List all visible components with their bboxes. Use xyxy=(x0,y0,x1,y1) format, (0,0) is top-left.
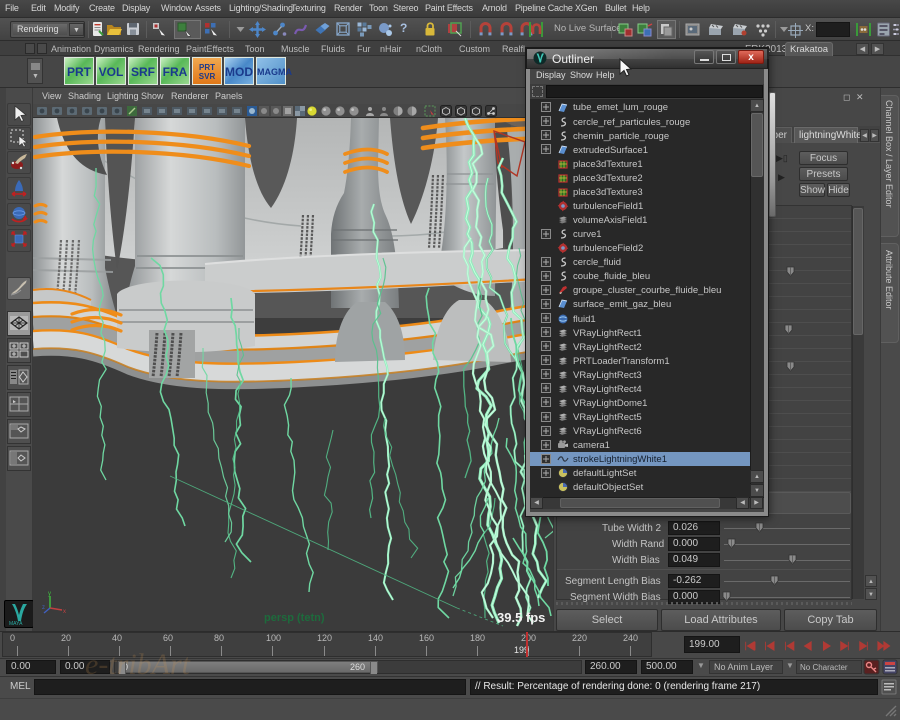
svg-text:y: y xyxy=(48,591,51,597)
svg-text:MAYA: MAYA xyxy=(9,621,23,627)
svg-text:x: x xyxy=(63,609,66,615)
svg-text:z: z xyxy=(42,605,45,611)
